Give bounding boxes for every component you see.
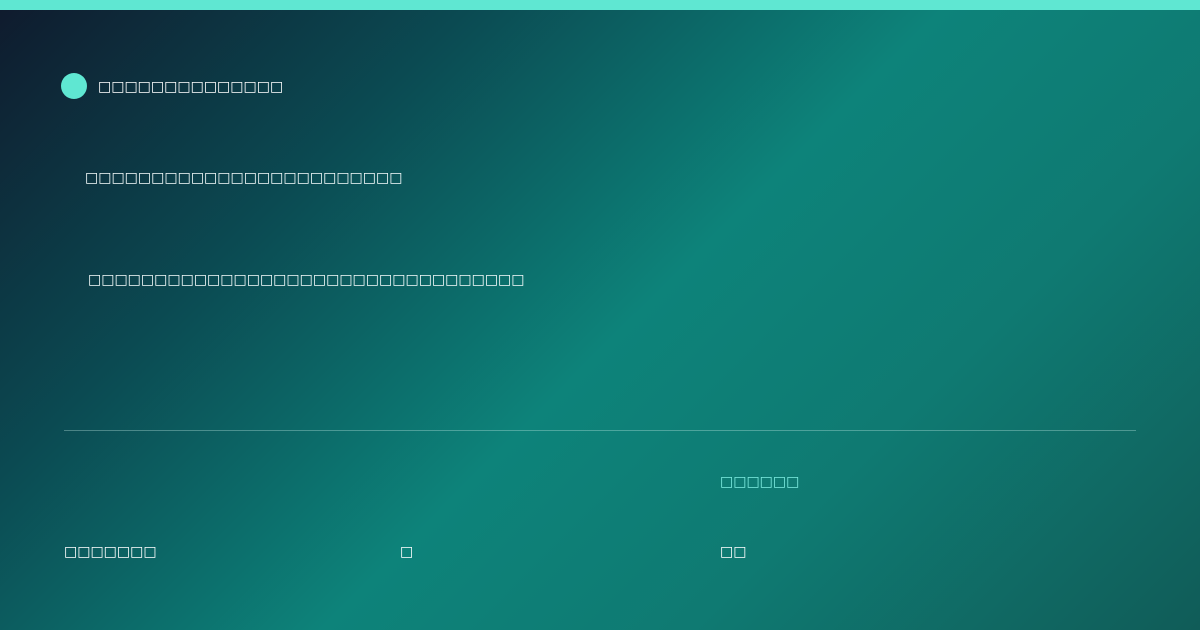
stat-label: □□□□□□ xyxy=(720,474,800,490)
section-divider xyxy=(64,430,1136,431)
top-accent-bar xyxy=(0,0,1200,10)
subtext: □□□□□□□□□□□□□□□□□□□□□□□□□□□□□□□□□ xyxy=(88,272,525,288)
footer-center-text: □ xyxy=(400,544,414,560)
headline-text: □□□□□□□□□□□□□□□□□□□□□□□□ xyxy=(85,170,403,186)
brand-name: □□□□□□□□□□□□□□ xyxy=(98,79,284,95)
social-card: □□□□□□□□□□□□□□ □□□□□□□□□□□□□□□□□□□□□□□□ … xyxy=(0,0,1200,630)
footer-right-text: □□ xyxy=(720,544,747,560)
brand-dot-icon xyxy=(61,73,87,99)
footer-left-text: □□□□□□□ xyxy=(64,544,157,560)
